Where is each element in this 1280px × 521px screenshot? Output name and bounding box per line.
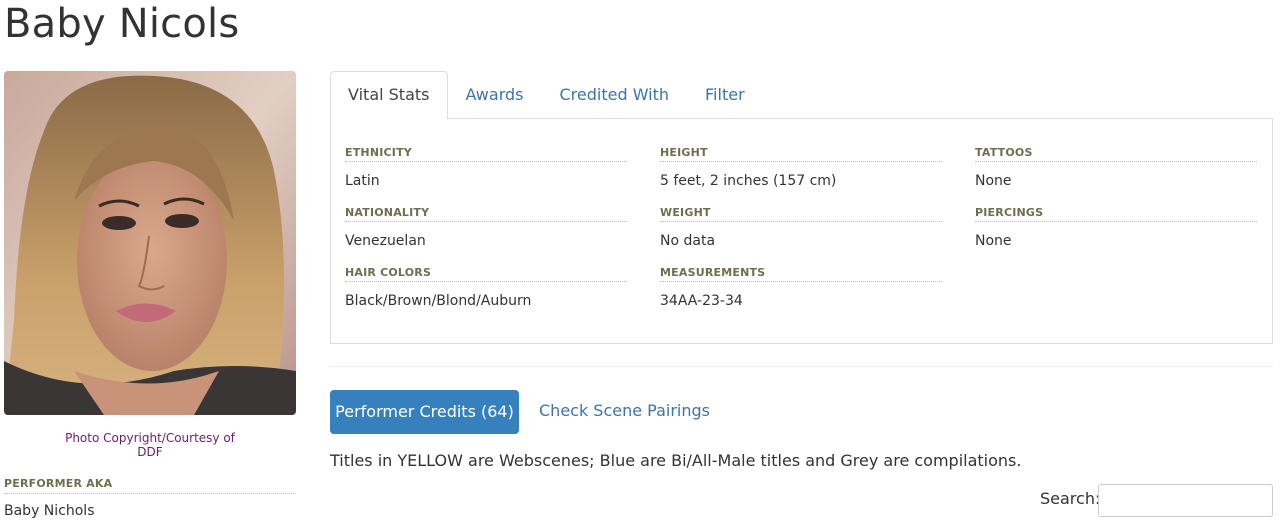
photo-credit: Photo Copyright/Courtesy of DDF [4,431,296,459]
title-color-legend-note: Titles in YELLOW are Webscenes; Blue are… [330,451,1022,470]
stat-tattoos: TATTOOS None [975,146,1257,189]
performer-credits-button[interactable]: Performer Credits (64) [330,390,519,434]
tab-credited-with[interactable]: Credited With [541,71,687,119]
stat-value: 34AA-23-34 [660,293,743,309]
search-input[interactable] [1098,484,1273,517]
photo-credit-line1: Photo Copyright/Courtesy of [65,431,235,445]
stat-value: Black/Brown/Blond/Auburn [345,293,532,309]
stat-value: None [975,173,1012,189]
performer-aka-heading: PERFORMER AKA [4,477,296,494]
tab-awards[interactable]: Awards [448,71,542,119]
stat-height: HEIGHT 5 feet, 2 inches (157 cm) [660,146,942,189]
stat-value: None [975,233,1012,249]
stat-label: ETHNICITY [345,146,627,162]
stat-label: PIERCINGS [975,206,1257,222]
section-divider [330,366,1273,367]
stat-piercings: PIERCINGS None [975,206,1257,249]
stat-value: No data [660,233,716,249]
stat-hair-colors: HAIR COLORS Black/Brown/Blond/Auburn [345,266,627,309]
tab-filter[interactable]: Filter [687,71,763,119]
stat-value: Venezuelan [345,233,426,249]
vital-stats-panel: ETHNICITY Latin NATIONALITY Venezuelan H… [330,118,1273,344]
performer-photo-image [4,71,296,415]
stat-ethnicity: ETHNICITY Latin [345,146,627,189]
stat-label: HEIGHT [660,146,942,162]
check-scene-pairings-link[interactable]: Check Scene Pairings [539,401,710,420]
stat-label: HAIR COLORS [345,266,627,282]
stat-label: TATTOOS [975,146,1257,162]
performer-photo [4,71,296,415]
stat-value: 5 feet, 2 inches (157 cm) [660,173,837,189]
tab-vital-stats[interactable]: Vital Stats [330,71,448,119]
photo-credit-line2: DDF [137,445,163,459]
stat-weight: WEIGHT No data [660,206,942,249]
stat-label: MEASUREMENTS [660,266,942,282]
stat-label: WEIGHT [660,206,942,222]
stat-measurements: MEASUREMENTS 34AA-23-34 [660,266,942,309]
performer-tabs: Vital Stats Awards Credited With Filter [330,71,763,119]
search-label: Search: [1040,489,1101,508]
performer-name: Baby Nicols [4,1,240,47]
stat-nationality: NATIONALITY Venezuelan [345,206,627,249]
performer-aka-value: Baby Nichols [4,503,95,519]
performer-page: Baby Nicols Photo Copyright/Courtesy of … [0,0,1280,521]
stat-value: Latin [345,173,380,189]
stat-label: NATIONALITY [345,206,627,222]
